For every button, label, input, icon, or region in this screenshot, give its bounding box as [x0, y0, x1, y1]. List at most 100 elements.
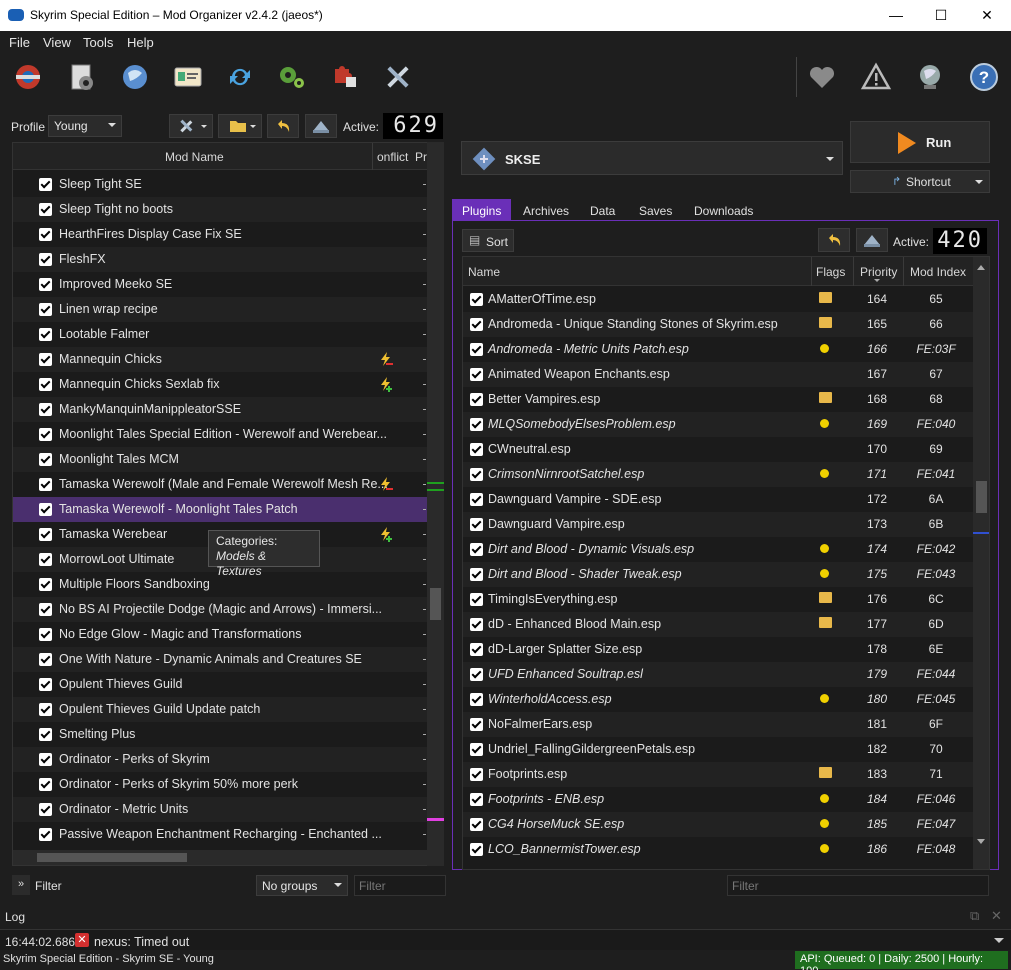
tools-icon[interactable]: [380, 59, 416, 95]
update-globe-icon[interactable]: [912, 59, 948, 95]
mod-row[interactable]: Ordinator - Metric Units: [13, 797, 427, 822]
mod-row[interactable]: MankyManquinManippleatorSSE: [13, 397, 427, 422]
plugin-checkbox[interactable]: [470, 518, 483, 531]
plugin-row[interactable]: MLQSomebodyElsesProblem.esp 169 FE:040: [463, 412, 973, 437]
mod-row[interactable]: Moonlight Tales MCM: [13, 447, 427, 472]
plugin-checkbox[interactable]: [470, 443, 483, 456]
mod-row[interactable]: Tamaska Werewolf (Male and Female Werewo…: [13, 472, 427, 497]
profile-select[interactable]: Young: [48, 115, 122, 137]
mod-row[interactable]: Opulent Thieves Guild: [13, 672, 427, 697]
mod-checkbox[interactable]: [39, 753, 52, 766]
plugin-row[interactable]: UFD Enhanced Soultrap.esl 179 FE:044: [463, 662, 973, 687]
mod-row[interactable]: One With Nature - Dynamic Animals and Cr…: [13, 647, 427, 672]
mod-row[interactable]: Mannequin Chicks Sexlab fix: [13, 372, 427, 397]
mod-checkbox[interactable]: [39, 653, 52, 666]
plugin-checkbox[interactable]: [470, 393, 483, 406]
plugin-checkbox[interactable]: [470, 843, 483, 856]
plugin-row[interactable]: Animated Weapon Enchants.esp 167 67: [463, 362, 973, 387]
column-mod-name[interactable]: Mod Name: [165, 150, 224, 164]
mod-checkbox[interactable]: [39, 403, 52, 416]
groups-select[interactable]: No groups: [256, 875, 348, 896]
close-button[interactable]: ✕: [964, 0, 1010, 31]
maximize-button[interactable]: ☐: [918, 0, 964, 31]
expand-filter-button[interactable]: »: [12, 875, 30, 895]
mod-list-vscrollbar[interactable]: [427, 142, 444, 866]
mod-row[interactable]: Tamaska Werewolf - Moonlight Tales Patch: [13, 497, 427, 522]
mod-checkbox[interactable]: [39, 703, 52, 716]
plugin-checkbox[interactable]: [470, 718, 483, 731]
plugin-checkbox[interactable]: [470, 643, 483, 656]
mod-checkbox[interactable]: [39, 178, 52, 191]
plugin-checkbox[interactable]: [470, 293, 483, 306]
mod-filter-input[interactable]: Filter: [354, 875, 446, 896]
tab-data[interactable]: Data: [580, 199, 625, 221]
plugin-row[interactable]: WinterholdAccess.esp 180 FE:045: [463, 687, 973, 712]
menu-help[interactable]: Help: [127, 35, 154, 50]
mod-row[interactable]: No BS AI Projectile Dodge (Magic and Arr…: [13, 597, 427, 622]
run-button[interactable]: Run: [850, 121, 990, 163]
mod-checkbox[interactable]: [39, 303, 52, 316]
plugin-checkbox[interactable]: [470, 768, 483, 781]
tab-saves[interactable]: Saves: [629, 199, 682, 221]
mod-list-hscrollbar[interactable]: [13, 850, 427, 865]
plugin-row[interactable]: Andromeda - Metric Units Patch.esp 166 FE:…: [463, 337, 973, 362]
mod-row[interactable]: Linen wrap recipe: [13, 297, 427, 322]
mod-checkbox[interactable]: [39, 328, 52, 341]
plugin-list[interactable]: Name Flags Priority Mod Index AMatterOfT…: [462, 256, 990, 870]
mod-row[interactable]: Ordinator - Perks of Skyrim 50% more per…: [13, 772, 427, 797]
plugin-checkbox[interactable]: [470, 493, 483, 506]
sort-button[interactable]: ▤ Sort: [462, 229, 514, 252]
plugin-row[interactable]: Better Vampires.esp 168 68: [463, 387, 973, 412]
vscroll-thumb[interactable]: [430, 588, 441, 620]
column-priority[interactable]: Priority: [860, 265, 897, 279]
mod-checkbox[interactable]: [39, 578, 52, 591]
plugin-row[interactable]: Dirt and Blood - Shader Tweak.esp 175 FE:0…: [463, 562, 973, 587]
float-icon[interactable]: ⧉: [970, 908, 979, 924]
plugin-row[interactable]: Dawnguard Vampire - SDE.esp 172 6A: [463, 487, 973, 512]
mod-row[interactable]: Improved Meeko SE: [13, 272, 427, 297]
mod-row[interactable]: Ordinator - Perks of Skyrim: [13, 747, 427, 772]
mod-checkbox[interactable]: [39, 678, 52, 691]
plugin-row[interactable]: Footprints - ENB.esp 184 FE:046: [463, 787, 973, 812]
plugin-row[interactable]: dD-Larger Splatter Size.esp 178 6E: [463, 637, 973, 662]
mod-row[interactable]: Mannequin Chicks: [13, 347, 427, 372]
mod-checkbox[interactable]: [39, 353, 52, 366]
plugin-checkbox[interactable]: [470, 568, 483, 581]
plugin-row[interactable]: CWneutral.esp 170 69: [463, 437, 973, 462]
column-flags[interactable]: Flags: [816, 265, 845, 279]
tab-downloads[interactable]: Downloads: [684, 199, 763, 221]
instance-icon[interactable]: [64, 59, 100, 95]
mod-checkbox[interactable]: [39, 778, 52, 791]
mod-row[interactable]: Sleep Tight SE: [13, 172, 427, 197]
minimize-button[interactable]: —: [873, 0, 919, 31]
tab-archives[interactable]: Archives: [513, 199, 579, 221]
menu-tools[interactable]: Tools: [83, 35, 113, 50]
mod-row[interactable]: HearthFires Display Case Fix SE: [13, 222, 427, 247]
plugin-checkbox[interactable]: [470, 418, 483, 431]
nexus-id-icon[interactable]: [170, 59, 206, 95]
mod-checkbox[interactable]: [39, 378, 52, 391]
vscroll-thumb[interactable]: [976, 481, 987, 513]
plugin-row[interactable]: CG4 HorseMuck SE.esp 185 FE:047: [463, 812, 973, 837]
mod-row[interactable]: Sleep Tight no boots: [13, 197, 427, 222]
plugin-filter-input[interactable]: Filter: [727, 875, 989, 896]
mod-checkbox[interactable]: [39, 503, 52, 516]
puzzle-icon[interactable]: [328, 59, 364, 95]
open-folder-button[interactable]: [218, 114, 262, 138]
plugin-row[interactable]: AMatterOfTime.esp 164 65: [463, 287, 973, 312]
column-priority[interactable]: Pr: [415, 150, 427, 164]
chevron-down-icon[interactable]: [994, 938, 1004, 943]
mod-checkbox[interactable]: [39, 553, 52, 566]
plugin-create-backup-button[interactable]: [856, 228, 888, 252]
menu-file[interactable]: File: [9, 35, 30, 50]
mod-row[interactable]: Opulent Thieves Guild Update patch: [13, 697, 427, 722]
column-mod-index[interactable]: Mod Index: [910, 265, 966, 279]
mod-row[interactable]: Moonlight Tales Special Edition - Werewo…: [13, 422, 427, 447]
plugin-checkbox[interactable]: [470, 618, 483, 631]
mod-checkbox[interactable]: [39, 203, 52, 216]
mod-checkbox[interactable]: [39, 528, 52, 541]
help-icon[interactable]: ?: [966, 59, 1002, 95]
column-name[interactable]: Name: [468, 265, 500, 279]
mod-checkbox[interactable]: [39, 828, 52, 841]
mod-actions-button[interactable]: [169, 114, 213, 138]
